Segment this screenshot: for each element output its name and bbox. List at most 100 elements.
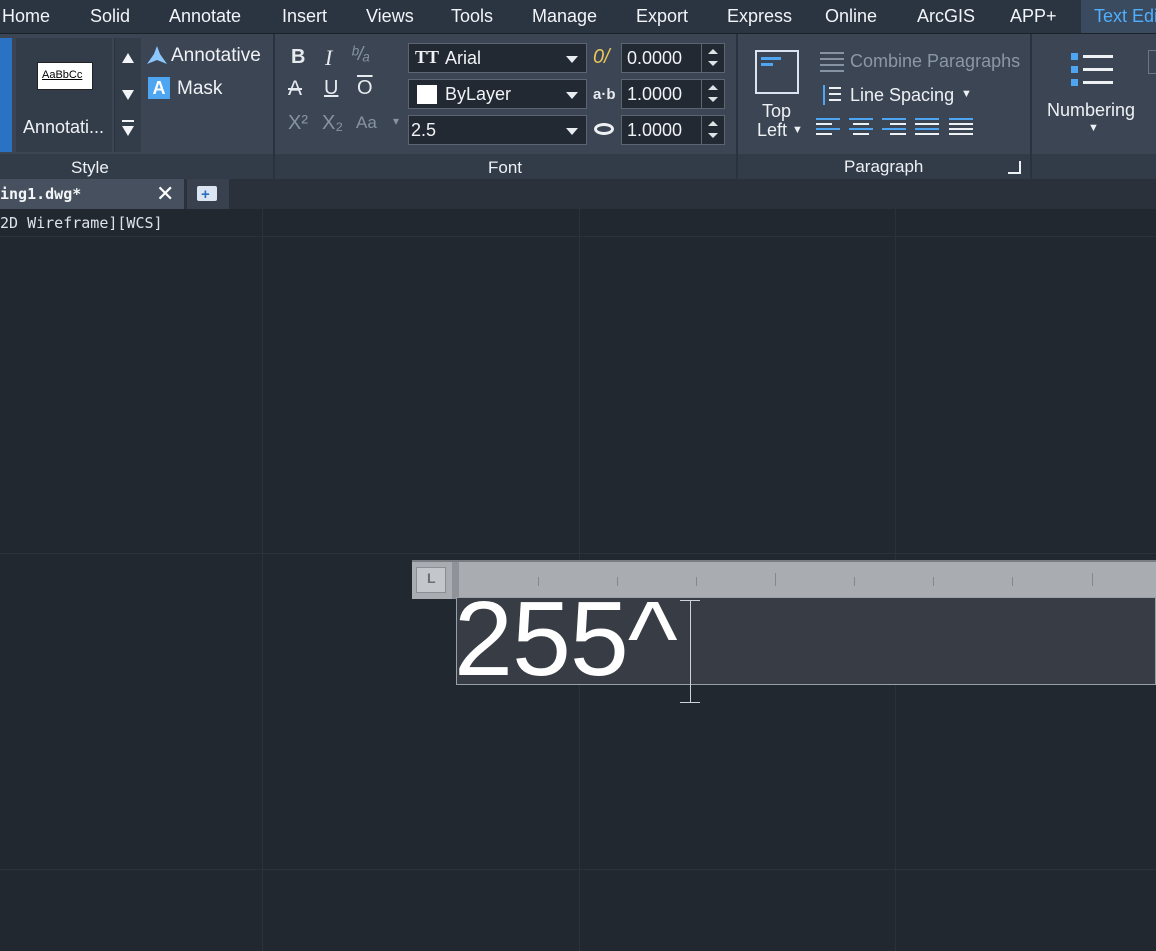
menu-insert[interactable]: Insert — [282, 0, 327, 33]
color-dropdown[interactable]: ByLayer — [408, 79, 587, 109]
style-gallery[interactable]: AaBbCc Annotati... — [16, 38, 112, 152]
combine-paragraphs-label: Combine Paragraphs — [850, 51, 1021, 71]
align-right-icon[interactable] — [882, 118, 906, 138]
line-spacing-caret-icon: ▼ — [961, 88, 972, 100]
underline-icon[interactable]: U — [324, 77, 338, 100]
annotative-icon — [147, 46, 167, 64]
color-swatch — [417, 85, 437, 104]
style-panel-title: Style — [71, 158, 109, 177]
tracking-field[interactable]: 1.0000 — [621, 79, 725, 109]
numbering-label: Numbering — [1047, 100, 1136, 120]
ruler-tick — [1012, 577, 1013, 586]
strikethrough-icon[interactable]: A — [288, 77, 302, 101]
ruler-tick — [933, 577, 934, 586]
grid-line — [262, 209, 263, 951]
font-name: Arial — [445, 48, 482, 68]
align-left-icon[interactable] — [816, 118, 840, 138]
menu-annotate[interactable]: Annotate — [169, 0, 241, 33]
close-icon[interactable]: ✕ — [156, 181, 174, 207]
combine-paragraphs-icon — [820, 52, 844, 72]
mask-label: Mask — [177, 78, 223, 99]
ribbon: AaBbCc Annotati... Annotative A Mask Sty… — [0, 34, 1156, 179]
justify-icon[interactable] — [915, 118, 939, 138]
numbering-caret-icon: ▼ — [1088, 122, 1099, 134]
style-name: Annotati... — [23, 117, 105, 137]
tracking-icon: a·b — [593, 86, 616, 103]
ruler-tick — [775, 573, 776, 586]
chevron-down-icon — [566, 128, 578, 135]
style-preview[interactable]: AaBbCc — [37, 62, 93, 90]
truetype-font-icon: TT — [415, 47, 440, 67]
ruler-tick — [854, 577, 855, 586]
style-scroll-up-icon[interactable] — [122, 53, 134, 63]
new-tab-button[interactable]: + — [187, 179, 229, 209]
document-tab-strip: ing1.dwg* ✕ + — [0, 179, 1156, 209]
width-factor-value: 1.0000 — [627, 120, 683, 140]
style-panel-accent — [0, 38, 12, 152]
cursor-bottom — [680, 702, 700, 703]
bold-icon[interactable]: B — [291, 46, 305, 69]
mtext-content[interactable]: 255^ — [454, 583, 678, 695]
grid-line — [0, 553, 1156, 554]
menu-app-plus[interactable]: APP+ — [1010, 0, 1057, 33]
menu-bar: Home Solid Annotate Insert Views Tools M… — [0, 0, 1156, 34]
ruler-tick — [1092, 573, 1093, 586]
width-factor-spinner[interactable] — [701, 116, 724, 144]
color-name: ByLayer — [445, 84, 512, 104]
menu-arcgis[interactable]: ArcGIS — [917, 0, 975, 33]
justification-caret-icon: ▼ — [792, 124, 803, 136]
menu-export[interactable]: Export — [636, 0, 688, 33]
more-tool-icon[interactable] — [1148, 50, 1156, 74]
change-case-caret-icon[interactable]: ▾ — [393, 114, 399, 128]
justification-line2: Left — [757, 120, 788, 140]
stack-fraction-icon[interactable]: ᵇ/ₐ — [352, 44, 370, 66]
font-panel-title: Font — [488, 158, 523, 177]
tracking-spinner[interactable] — [701, 80, 724, 108]
menu-manage[interactable]: Manage — [532, 0, 597, 33]
paragraph-panel-title: Paragraph — [844, 157, 924, 176]
oblique-angle-value: 0.0000 — [627, 48, 683, 68]
style-expand-icon[interactable] — [122, 126, 134, 136]
tab-stop-selector[interactable]: L — [416, 567, 446, 593]
menu-views[interactable]: Views — [366, 0, 414, 33]
style-expand-bar — [122, 120, 134, 122]
oblique-spinner[interactable] — [701, 44, 724, 72]
menu-text-editor[interactable]: Text Edi — [1081, 0, 1156, 33]
menu-express[interactable]: Express — [727, 0, 792, 33]
superscript-icon[interactable]: X² — [288, 112, 308, 135]
align-center-icon[interactable] — [849, 118, 873, 138]
numbering-panel-titlebar — [1032, 154, 1156, 179]
document-tab[interactable]: ing1.dwg* ✕ — [0, 179, 184, 209]
change-case-icon[interactable]: Aa — [356, 113, 377, 133]
overline-icon[interactable]: O — [357, 77, 373, 100]
viewport-label[interactable]: 2D Wireframe][WCS] — [0, 214, 163, 232]
justification-icon — [755, 50, 799, 94]
ruler-tick — [696, 577, 697, 586]
annotative-label: Annotative — [171, 45, 261, 66]
grid-line — [0, 869, 1156, 870]
paragraph-dialog-launcher-icon[interactable] — [1008, 161, 1021, 174]
width-factor-field[interactable]: 1.0000 — [621, 115, 725, 145]
cursor-top — [680, 600, 700, 601]
numbering-icon — [1071, 52, 1115, 88]
menu-solid[interactable]: Solid — [90, 0, 130, 33]
subscript-icon[interactable]: X₂ — [322, 112, 343, 135]
style-panel-titlebar — [0, 154, 273, 179]
text-height: 2.5 — [411, 120, 437, 140]
menu-tools[interactable]: Tools — [451, 0, 493, 33]
menu-home[interactable]: Home — [2, 0, 50, 33]
mask-icon: A — [148, 77, 170, 99]
font-dropdown[interactable]: TT Arial — [408, 43, 587, 73]
distribute-icon[interactable] — [949, 118, 973, 138]
line-spacing-label: Line Spacing — [850, 85, 955, 105]
oblique-angle-field[interactable]: 0.0000 — [621, 43, 725, 73]
italic-icon[interactable]: I — [325, 45, 332, 71]
style-scroll-down-icon[interactable] — [122, 90, 134, 100]
style-scroll — [114, 38, 141, 152]
style-preview-text: AaBbCc — [42, 69, 83, 81]
menu-online[interactable]: Online — [825, 0, 877, 33]
width-factor-icon — [594, 123, 614, 135]
tab-stop-icon: L — [427, 570, 436, 586]
chevron-down-icon — [566, 56, 578, 63]
text-height-dropdown[interactable]: 2.5 — [408, 115, 587, 145]
